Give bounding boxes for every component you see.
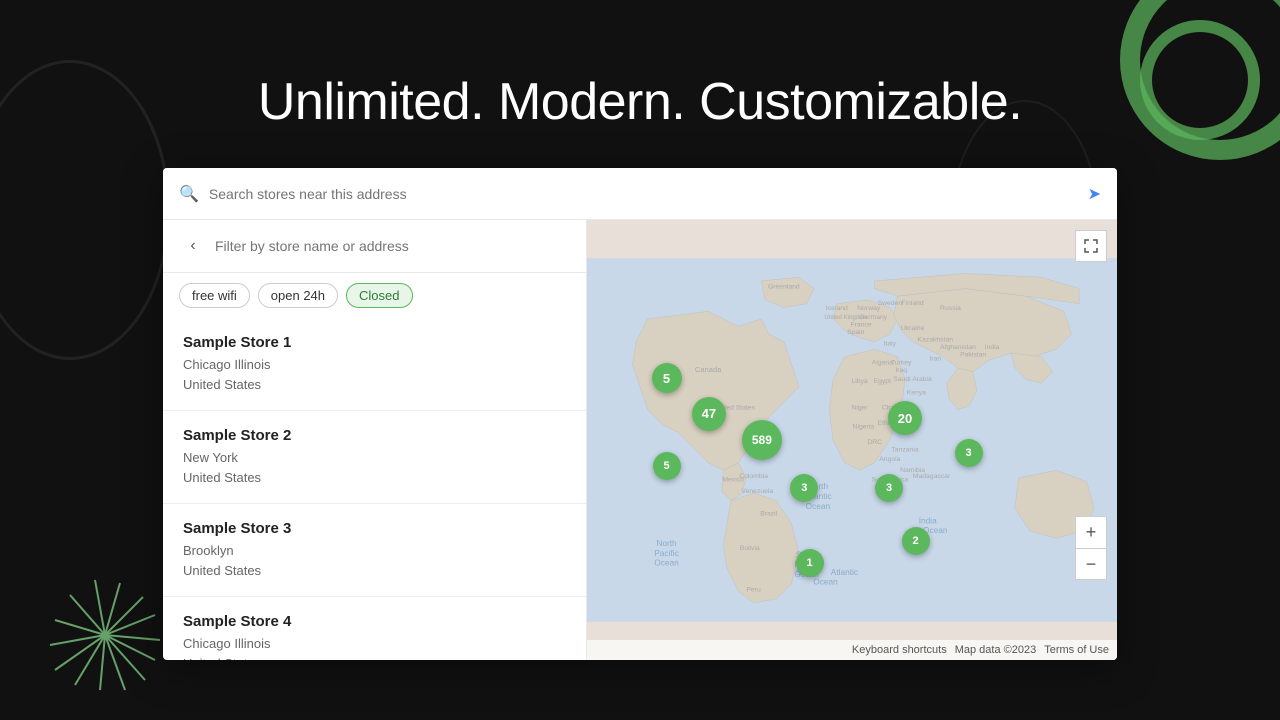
map-marker-3-east[interactable]: 3 xyxy=(955,439,983,467)
main-content: ‹ free wifi open 24h Closed Sample Store… xyxy=(163,220,1117,660)
search-bar: 🔍 ➤ xyxy=(163,168,1117,220)
svg-text:Bolivia: Bolivia xyxy=(740,545,760,552)
svg-text:Greenland: Greenland xyxy=(768,284,800,291)
svg-text:India: India xyxy=(985,344,1000,351)
svg-text:Pacific: Pacific xyxy=(654,548,678,558)
svg-text:Algeria: Algeria xyxy=(872,359,893,366)
map-marker-5-nw[interactable]: 5 xyxy=(652,363,682,393)
back-button[interactable]: ‹ xyxy=(179,232,207,260)
map-marker-20[interactable]: 20 xyxy=(888,401,922,435)
svg-text:Ocean: Ocean xyxy=(813,577,838,587)
map-marker-2[interactable]: 2 xyxy=(902,527,930,555)
svg-text:Brazil: Brazil xyxy=(760,511,777,518)
filter-tags: free wifi open 24h Closed xyxy=(163,273,586,318)
map-marker-3-central[interactable]: 3 xyxy=(790,474,818,502)
tag-closed[interactable]: Closed xyxy=(346,283,412,308)
svg-text:Niger: Niger xyxy=(851,405,868,412)
filter-input[interactable] xyxy=(215,238,570,254)
svg-text:Afghanistan: Afghanistan xyxy=(940,344,976,351)
svg-text:Tanzania: Tanzania xyxy=(891,446,918,453)
map-expand-button[interactable] xyxy=(1075,230,1107,262)
sidebar-header: ‹ xyxy=(163,220,586,273)
svg-text:United Kingdom: United Kingdom xyxy=(824,315,867,321)
svg-text:Spain: Spain xyxy=(847,329,865,336)
svg-text:Angola: Angola xyxy=(879,456,900,463)
map-background: North Pacific Ocean South Pacific Ocean … xyxy=(587,220,1117,660)
store-name-1: Sample Store 1 xyxy=(183,334,570,351)
store-name-3: Sample Store 3 xyxy=(183,520,570,537)
svg-text:Ocean: Ocean xyxy=(654,558,679,568)
svg-text:Canada: Canada xyxy=(695,365,722,374)
svg-text:India: India xyxy=(919,515,937,525)
store-item-1[interactable]: Sample Store 1 Chicago Illinois United S… xyxy=(163,318,586,411)
svg-text:Kazakhstan: Kazakhstan xyxy=(918,337,954,344)
zoom-in-button[interactable]: + xyxy=(1075,516,1107,548)
store-address-3: Brooklyn United States xyxy=(183,541,570,580)
spiky-decoration xyxy=(40,570,170,700)
location-icon[interactable]: ➤ xyxy=(1088,184,1101,204)
zoom-controls: + − xyxy=(1075,516,1107,580)
store-item-3[interactable]: Sample Store 3 Brooklyn United States xyxy=(163,504,586,597)
svg-text:Turkey: Turkey xyxy=(891,359,912,366)
svg-text:Peru: Peru xyxy=(746,586,761,593)
tag-open-24h[interactable]: open 24h xyxy=(258,283,338,308)
map-marker-5-sw[interactable]: 5 xyxy=(653,452,681,480)
map-marker-47[interactable]: 47 xyxy=(692,397,726,431)
svg-text:Madagascar: Madagascar xyxy=(913,473,951,480)
store-list: Sample Store 1 Chicago Illinois United S… xyxy=(163,318,586,660)
store-locator: 🔍 ➤ ‹ free wifi open 24h Closed Sample S… xyxy=(163,168,1117,660)
svg-text:DRC: DRC xyxy=(867,439,882,446)
keyboard-shortcuts[interactable]: Keyboard shortcuts xyxy=(852,644,947,656)
map-marker-1[interactable]: 1 xyxy=(796,549,824,577)
svg-text:Venezuela: Venezuela xyxy=(741,488,773,495)
store-address-2: New York United States xyxy=(183,448,570,487)
map-marker-3-africa[interactable]: 3 xyxy=(875,474,903,502)
headline: Unlimited. Modern. Customizable. xyxy=(0,72,1280,132)
map-area: North Pacific Ocean South Pacific Ocean … xyxy=(587,220,1117,660)
svg-text:Sweden: Sweden xyxy=(878,300,903,307)
map-data: Map data ©2023 xyxy=(955,644,1037,656)
store-address-4: Chicago Illinois United States xyxy=(183,634,570,660)
zoom-out-button[interactable]: − xyxy=(1075,548,1107,580)
store-address-1: Chicago Illinois United States xyxy=(183,355,570,394)
store-item-2[interactable]: Sample Store 2 New York United States xyxy=(163,411,586,504)
search-icon: 🔍 xyxy=(179,184,199,204)
svg-text:Iran: Iran xyxy=(929,356,941,363)
sidebar: ‹ free wifi open 24h Closed Sample Store… xyxy=(163,220,587,660)
svg-text:Nigeria: Nigeria xyxy=(853,424,875,431)
svg-text:Atlantic: Atlantic xyxy=(831,567,858,577)
svg-text:Finland: Finland xyxy=(901,300,924,307)
svg-text:Kenya: Kenya xyxy=(907,390,926,397)
svg-text:Iceland: Iceland xyxy=(826,305,848,312)
svg-text:Pakistan: Pakistan xyxy=(960,352,986,359)
svg-text:North: North xyxy=(656,538,677,548)
map-marker-589[interactable]: 589 xyxy=(742,420,782,460)
store-name-2: Sample Store 2 xyxy=(183,427,570,444)
store-name-4: Sample Store 4 xyxy=(183,613,570,630)
search-input[interactable] xyxy=(209,186,1088,202)
svg-text:France: France xyxy=(851,321,872,328)
svg-text:Ocean: Ocean xyxy=(806,501,831,511)
svg-text:Mexico: Mexico xyxy=(722,477,744,484)
store-item-4[interactable]: Sample Store 4 Chicago Illinois United S… xyxy=(163,597,586,660)
svg-text:Saudi Arabia: Saudi Arabia xyxy=(893,376,932,383)
svg-text:Egypt: Egypt xyxy=(874,378,891,385)
map-footer: Keyboard shortcuts Map data ©2023 Terms … xyxy=(587,640,1117,660)
svg-text:Ukraine: Ukraine xyxy=(901,325,925,332)
tag-free-wifi[interactable]: free wifi xyxy=(179,283,250,308)
svg-text:Libya: Libya xyxy=(851,378,867,385)
svg-text:Russia: Russia xyxy=(940,305,961,312)
svg-text:Italy: Italy xyxy=(884,340,897,347)
svg-text:Iraq: Iraq xyxy=(895,367,907,374)
terms-of-use[interactable]: Terms of Use xyxy=(1044,644,1109,656)
